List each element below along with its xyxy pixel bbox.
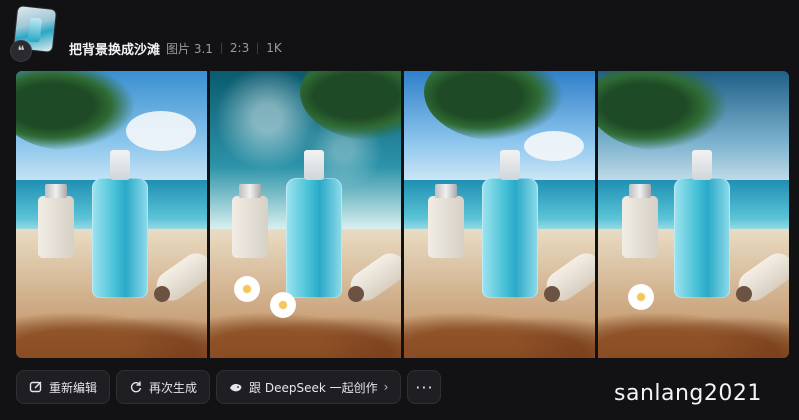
deepseek-whale-icon — [229, 380, 243, 394]
seaweed — [210, 306, 401, 358]
tube-cap — [736, 286, 752, 302]
chevron-right-icon: › — [383, 380, 389, 394]
deepseek-create-button[interactable]: 跟 DeepSeek 一起创作 › — [216, 370, 402, 404]
message-header: ❝ 把背景换成沙滩 图片 3.1 2:3 1K — [0, 0, 799, 68]
pump-head — [110, 150, 130, 180]
small-bottle-cap — [45, 184, 67, 198]
generated-image-2[interactable] — [210, 71, 401, 358]
generated-image-4[interactable] — [598, 71, 789, 358]
re-edit-button[interactable]: 重新编辑 — [16, 370, 111, 404]
pump-bottle — [482, 178, 538, 298]
watermark: sanlang2021 — [614, 381, 762, 406]
small-bottle — [428, 196, 464, 258]
tube-cap — [544, 286, 560, 302]
small-bottle — [38, 196, 74, 258]
divider — [220, 42, 222, 54]
small-bottle — [232, 196, 268, 258]
frangipani-flower — [628, 284, 654, 310]
pump-bottle — [92, 178, 148, 298]
small-bottle — [622, 196, 658, 258]
cloud — [126, 111, 196, 151]
pump-head — [500, 150, 520, 180]
generated-image-grid — [16, 71, 789, 358]
reference-bottle — [27, 17, 43, 43]
tube-cap — [348, 286, 364, 302]
frangipani-flower — [270, 292, 296, 318]
pump-head — [304, 150, 324, 180]
model-label: 图片 3.1 — [166, 41, 213, 56]
more-options-button[interactable]: ··· — [407, 370, 442, 404]
prompt-title: 把背景换成沙滩 — [69, 42, 161, 58]
seaweed — [598, 306, 789, 358]
action-bar: 重新编辑 再次生成 跟 DeepSeek 一起创作 › ··· — [16, 370, 442, 406]
palm-leaves — [598, 71, 728, 151]
deepseek-create-label: 跟 DeepSeek 一起创作 — [249, 380, 378, 395]
divider — [257, 42, 259, 54]
regenerate-button[interactable]: 再次生成 — [116, 370, 211, 404]
small-bottle-cap — [239, 184, 261, 198]
seaweed — [404, 306, 595, 358]
quote-icon: ❝ — [10, 40, 32, 62]
small-bottle-cap — [435, 184, 457, 198]
resolution-label: 1K — [266, 41, 282, 55]
re-edit-label: 重新编辑 — [49, 380, 98, 395]
tube-cap — [154, 286, 170, 302]
aspect-ratio-label: 2:3 — [229, 41, 250, 55]
seaweed — [16, 306, 207, 358]
generated-image-3[interactable] — [404, 71, 595, 358]
prompt-info-row: 把背景换成沙滩 图片 3.1 2:3 1K — [69, 39, 282, 58]
palm-leaves — [16, 71, 136, 151]
refresh-icon — [129, 380, 143, 394]
regenerate-label: 再次生成 — [149, 380, 198, 395]
small-bottle-cap — [629, 184, 651, 198]
pump-head — [692, 150, 712, 180]
generated-image-1[interactable] — [16, 71, 207, 358]
edit-icon — [29, 380, 43, 394]
more-options-label: ··· — [415, 377, 434, 397]
pump-bottle — [286, 178, 342, 298]
pump-bottle — [674, 178, 730, 298]
frangipani-flower — [234, 276, 260, 302]
